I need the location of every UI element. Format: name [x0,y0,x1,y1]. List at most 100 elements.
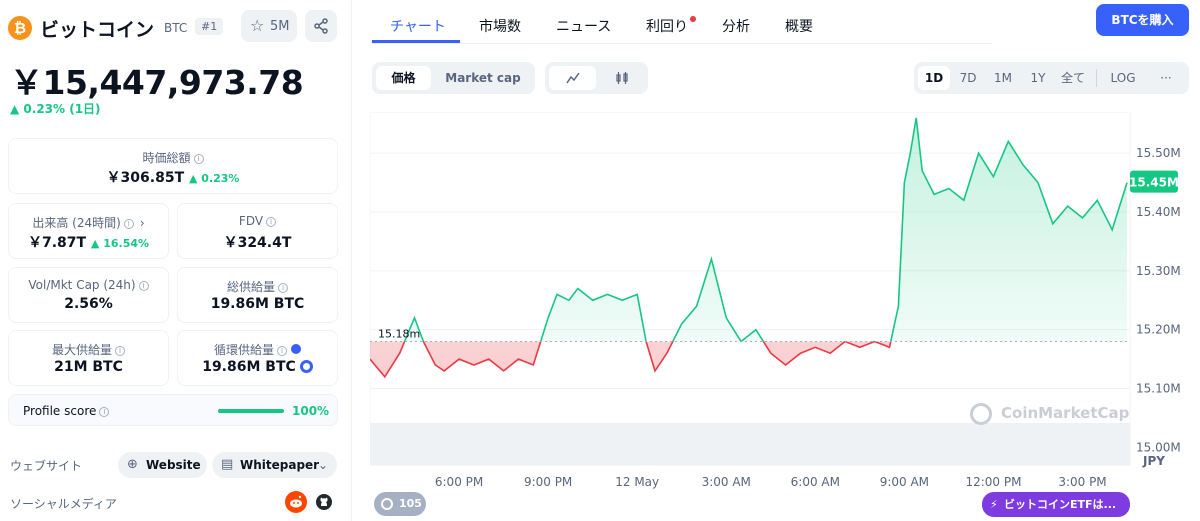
watchlist-button[interactable]: ☆ 5M [241,10,297,42]
range-divider [1096,69,1097,87]
info-icon[interactable]: i [115,346,125,356]
market-cap-change: ▲ 0.23% [189,172,240,185]
watchlist-count: 5M [270,19,290,34]
total-supply-value: 19.86M BTC [210,296,305,312]
volume-card: 出来高 (24時間) i › ￥7.87T ▲ 16.54% [8,203,169,259]
price-toggle[interactable]: 価格 [376,66,431,90]
etf-news-text: ビットコインETFは... [1004,498,1117,511]
profile-score-bar [218,409,284,413]
info-icon[interactable]: i [277,346,287,356]
coin-info-panel: ₿ ビットコイン BTC #1 ☆ 5M ￥15,447,973.78 ▲ 0.… [0,0,352,521]
website-button[interactable]: ⊕ Website [118,452,207,478]
price-chart-svg[interactable]: 15.50M 15.40M 15.30M 15.20M 15.10M 15.00MJPY 6… [369,111,1200,521]
volume-label: 出来高 (24時間) [32,216,121,230]
range-7d[interactable]: 7D [952,66,984,90]
line-chart-button[interactable] [549,66,596,90]
events-count: 105 [399,497,422,510]
range-1y[interactable]: 1Y [1022,66,1054,90]
range-1d[interactable]: 1D [918,66,950,90]
circulating-supply-value: 19.86M BTC [202,359,296,375]
info-icon[interactable]: i [278,283,288,293]
info-icon[interactable]: i [266,217,277,227]
tab-overview[interactable]: 概要 [785,16,813,36]
tab-chart[interactable]: チャート [390,16,446,36]
coinmarketcap-logo-icon [970,403,992,425]
coin-symbol: BTC [164,21,188,35]
x-tick-label: 12:00 PM [965,475,1021,489]
chart-style-toggle [545,62,648,94]
vol-mkt-cap-card: Vol/Mkt Cap (24h) i 2.56% [8,267,169,323]
tab-yield[interactable]: 利回り [646,16,688,36]
y-tick-label: 15.20M [1136,323,1181,337]
x-tick-label: 12 May [615,475,659,489]
social-media-label: ソーシャルメディア [10,497,117,511]
github-icon[interactable] [313,491,335,513]
website-button-label: Website [146,458,201,472]
x-tick-label: 3:00 AM [702,475,751,489]
info-icon[interactable]: i [193,154,204,164]
fdv-label: FDV [238,214,264,228]
current-price-label: 15.45M [1129,176,1179,190]
website-label: ウェブサイト [10,459,83,473]
notification-dot [690,16,696,22]
fdv-value: ￥324.4T [223,235,292,251]
share-icon [314,18,328,34]
y-tick-label: 15.00M [1136,440,1181,454]
y-tick-label: 15.30M [1136,264,1181,278]
range-all[interactable]: 全て [1056,66,1090,90]
rank-badge: #1 [195,18,224,35]
range-1m[interactable]: 1M [986,66,1020,90]
tab-news[interactable]: ニュース [556,16,611,36]
chevron-down-icon: ⌄ [318,458,329,472]
whitepaper-button[interactable]: ▤ Whitepaper ⌄ [212,452,337,478]
x-tick-label: 9:00 AM [880,475,929,489]
vol-mkt-cap-label: Vol/Mkt Cap (24h) [28,278,136,292]
profile-score-fill [218,409,284,413]
globe-icon: ⊕ [127,457,138,472]
profile-score-value: 100% [292,404,330,418]
x-tick-label: 9:00 PM [524,475,572,489]
events-badge[interactable]: 105 [374,492,426,516]
circulating-supply-label: 循環供給量 [213,343,274,357]
content-tabs: チャート 市場数 ニュース 利回り 分析 概要 [372,0,992,44]
bitcoin-logo-icon: ₿ [8,16,32,40]
fdv-card: FDV i ￥324.4T [177,203,338,259]
max-supply-label: 最大供給量 [51,343,112,357]
y-tick-label: 15.10M [1136,382,1181,396]
watermark: CoinMarketCap [1001,404,1130,422]
market-cap-toggle[interactable]: Market cap [435,66,531,90]
more-options-button[interactable]: ··· [1148,66,1184,90]
info-icon[interactable]: i [99,407,110,417]
volume-change: ▲ 16.54% [90,237,150,250]
price-change-24h: ▲ 0.23% (1日) [10,102,101,116]
share-button[interactable] [305,10,337,42]
total-supply-card: 総供給量 i 19.86M BTC [177,267,338,323]
total-supply-label: 総供給量 [226,280,275,294]
line-chart-icon [565,72,580,84]
buy-btc-button[interactable]: BTCを購入 [1096,4,1189,36]
y-tick-label: 15.40M [1136,205,1181,219]
circulating-supply-card: 循環供給量 i 19.86M BTC [177,330,338,386]
chevron-right-icon[interactable]: › [140,216,145,230]
star-icon: ☆ [250,16,265,35]
whitepaper-button-label: Whitepaper [240,458,320,472]
candle-chart-button[interactable] [600,66,644,90]
document-icon: ▤ [221,457,234,472]
max-supply-value: 21M BTC [54,359,123,375]
etf-news-badge[interactable]: ⚡ ビットコインETFは... [982,492,1130,517]
profile-score-row: Profile score i 100% [8,394,338,426]
tab-analysis[interactable]: 分析 [722,16,750,36]
info-icon[interactable]: i [123,219,134,229]
log-scale-toggle[interactable]: LOG [1102,66,1144,90]
market-cap-card: 時価総額 i ￥306.85T ▲ 0.23% [8,138,338,194]
candlestick-icon [616,72,628,84]
reddit-icon[interactable] [285,491,307,513]
x-tick-label: 3:00 PM [1058,475,1106,489]
price-chart[interactable]: 15.50M 15.40M 15.30M 15.20M 15.10M 15.00M JPY 6… [369,111,1200,521]
current-price: ￥15,447,973.78 [10,63,304,102]
tab-markets[interactable]: 市場数 [479,16,521,36]
info-icon[interactable]: i [138,281,149,291]
price-series [370,117,1130,379]
chart-metric-toggle: 価格 Market cap [372,62,535,94]
coin-name: ビットコイン [40,19,155,41]
